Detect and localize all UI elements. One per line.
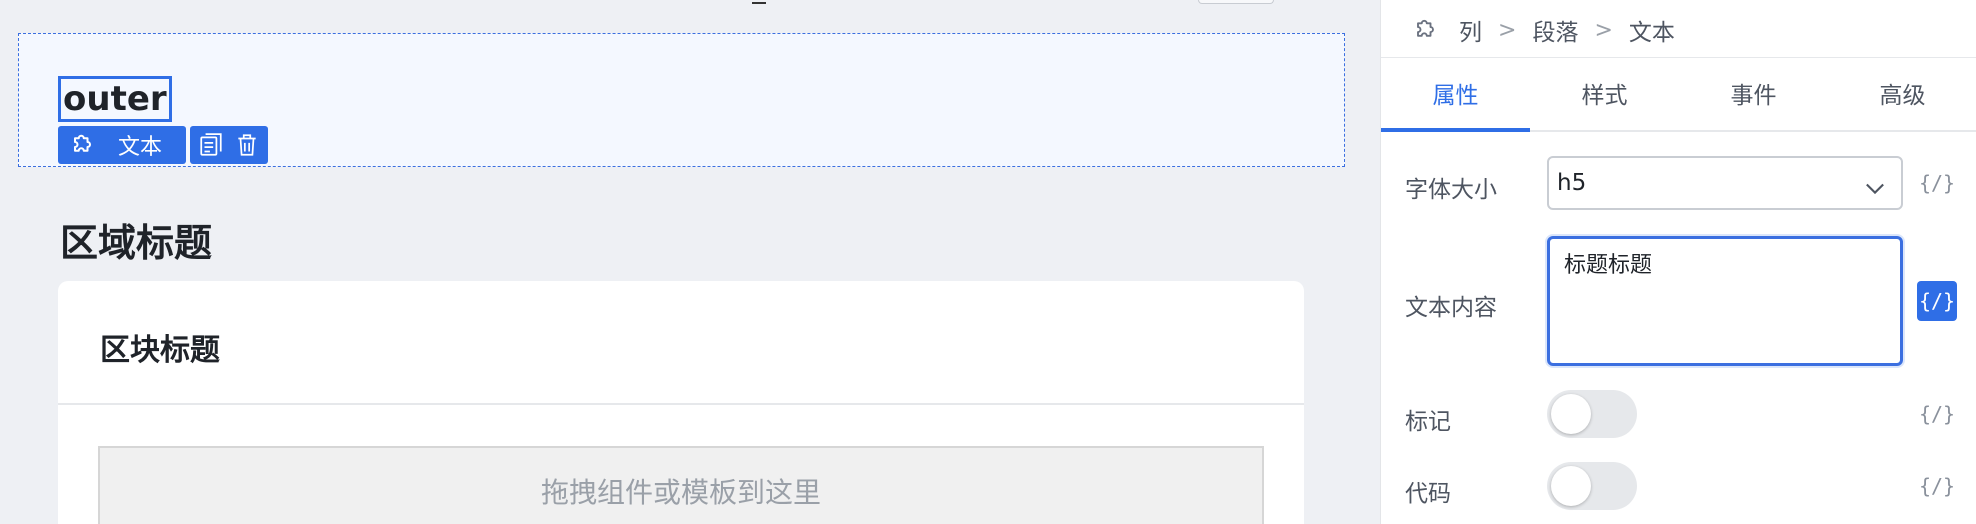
editor-canvas: outer 文本 区域标题 区块标题 拖拽组件或模板到这里 <box>0 0 1380 524</box>
breadcrumb: 列 > 段落 > 文本 <box>1413 10 1675 50</box>
block-card[interactable]: 区块标题 拖拽组件或模板到这里 <box>58 281 1304 524</box>
component-actions <box>190 126 269 164</box>
region-title[interactable]: 区域标题 <box>60 212 212 267</box>
text-content-row: 文本内容 标题标题 {/} <box>1405 236 1957 366</box>
trash-icon[interactable] <box>232 130 262 160</box>
block-divider <box>58 403 1304 405</box>
code-switch[interactable] <box>1547 462 1637 510</box>
puzzle-icon <box>1413 12 1443 48</box>
component-type-label[interactable]: 文本 <box>58 126 187 164</box>
chevron-right-icon: > <box>1594 17 1613 43</box>
chevron-right-icon: > <box>1498 17 1517 43</box>
code-code-toggle[interactable]: {/} <box>1917 466 1957 506</box>
font-size-value: h5 <box>1557 170 1587 196</box>
code-label: 代码 <box>1405 481 1451 507</box>
breadcrumb-item-text[interactable]: 文本 <box>1629 13 1675 47</box>
selected-text-component[interactable]: outer <box>58 76 172 122</box>
component-toolbar: 文本 <box>58 126 269 164</box>
breadcrumb-item-column[interactable]: 列 <box>1459 13 1482 47</box>
mark-row: 标记 {/} <box>1405 390 1957 440</box>
copy-icon[interactable] <box>196 130 226 160</box>
tab-advanced[interactable]: 高级 <box>1828 70 1976 130</box>
font-size-select[interactable]: h5 <box>1547 156 1903 210</box>
font-size-code-toggle[interactable]: {/} <box>1917 163 1957 203</box>
mark-switch[interactable] <box>1547 390 1637 438</box>
tab-events[interactable]: 事件 <box>1679 70 1828 130</box>
panel-tabs: 属性 样式 事件 高级 <box>1381 70 1976 132</box>
drop-zone[interactable]: 拖拽组件或模板到这里 <box>98 446 1264 524</box>
canvas-top-mark <box>752 0 766 4</box>
breadcrumb-divider <box>1381 57 1976 58</box>
text-content-label: 文本内容 <box>1405 295 1497 321</box>
text-content-code-toggle[interactable]: {/} <box>1917 281 1957 321</box>
tab-style[interactable]: 样式 <box>1530 70 1679 130</box>
font-size-row: 字体大小 h5 {/} <box>1405 156 1957 212</box>
drop-zone-text: 拖拽组件或模板到这里 <box>540 476 821 509</box>
switch-knob <box>1551 394 1591 434</box>
canvas-top-widget[interactable] <box>1198 0 1274 4</box>
component-type-text: 文本 <box>118 135 163 160</box>
chevron-down-icon <box>1861 170 1889 220</box>
breadcrumb-item-paragraph[interactable]: 段落 <box>1532 13 1578 47</box>
tab-properties[interactable]: 属性 <box>1381 70 1530 132</box>
properties-panel: 列 > 段落 > 文本 属性 样式 事件 高级 字体大小 h5 {/} 文本内容… <box>1380 0 1976 524</box>
block-title[interactable]: 区块标题 <box>100 325 220 369</box>
mark-label: 标记 <box>1405 409 1451 435</box>
switch-knob <box>1551 466 1591 506</box>
mark-code-toggle[interactable]: {/} <box>1917 394 1957 434</box>
code-row: 代码 {/} <box>1405 462 1957 512</box>
puzzle-icon <box>70 127 100 163</box>
font-size-label: 字体大小 <box>1405 177 1497 203</box>
text-content-textarea[interactable]: 标题标题 <box>1547 236 1903 366</box>
